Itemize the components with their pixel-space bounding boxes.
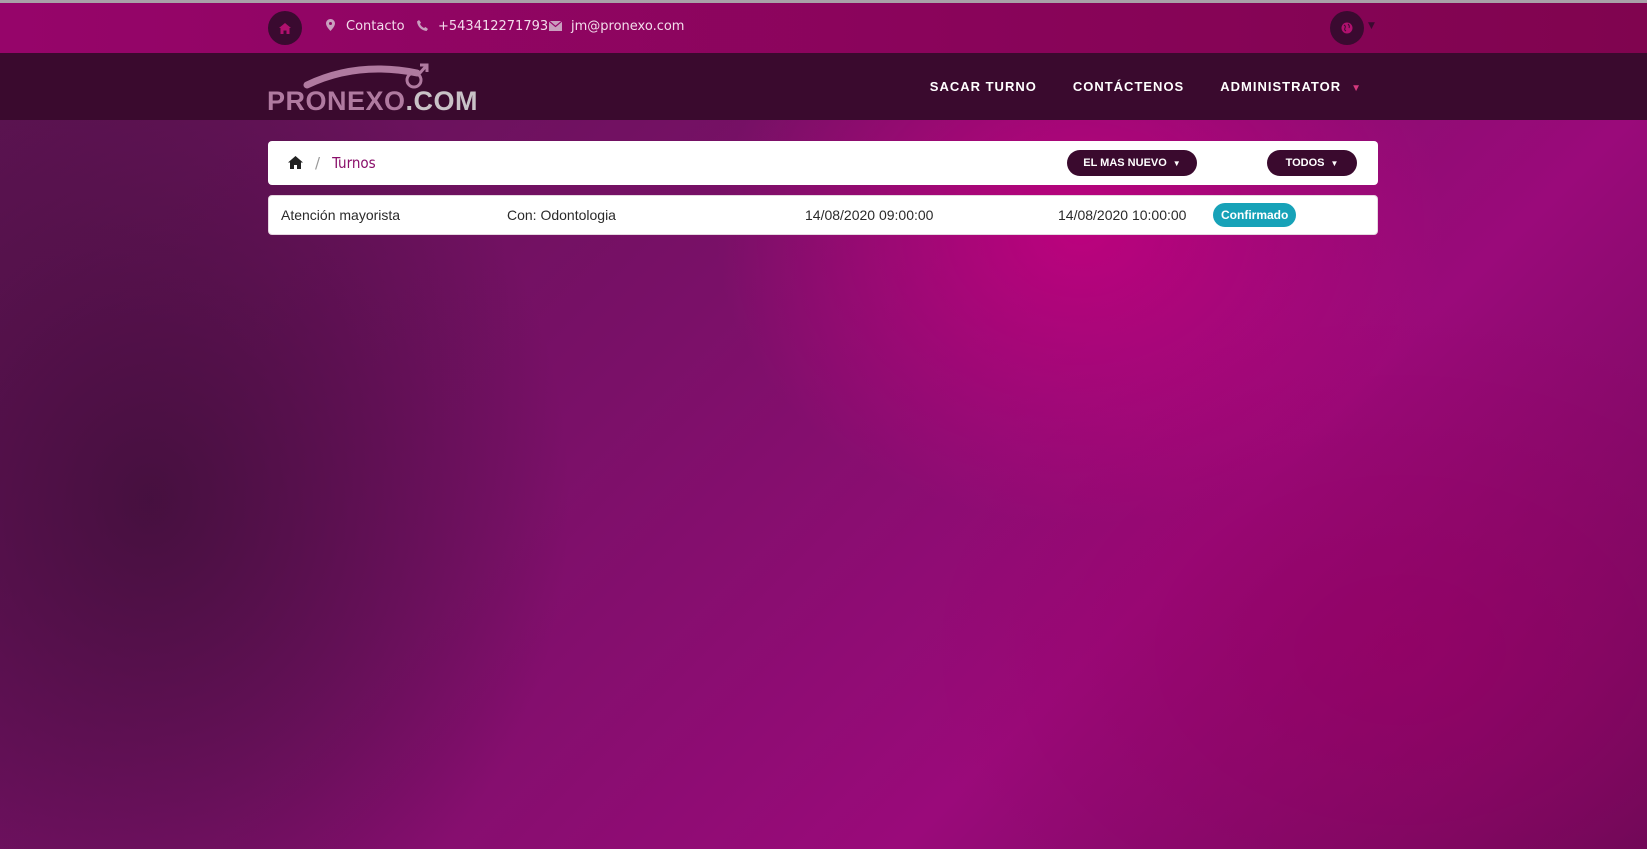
phone-link[interactable]: +543412271793 xyxy=(416,19,548,34)
sort-dropdown[interactable]: EL MAS NUEVO ▼ xyxy=(1067,150,1197,176)
email-address: jm@pronexo.com xyxy=(571,19,685,34)
breadcrumb: / Turnos xyxy=(288,141,376,185)
main-navbar: PRONEXO.COM SACAR TURNO CONTÁCTENOS ADMI… xyxy=(0,53,1647,120)
phone-icon xyxy=(416,19,428,34)
map-marker-icon xyxy=(324,19,336,34)
pronexo-logo[interactable]: PRONEXO.COM xyxy=(267,61,497,116)
globe-icon xyxy=(1341,22,1353,34)
nav-contactenos[interactable]: CONTÁCTENOS xyxy=(1073,79,1184,94)
filter-label: TODOS xyxy=(1285,157,1325,169)
appointment-with: Con: Odontologia xyxy=(507,207,616,223)
caret-down-icon: ▼ xyxy=(1351,83,1362,94)
caret-down-icon: ▼ xyxy=(1368,21,1375,31)
logo-text: PRONEXO.COM xyxy=(267,86,479,116)
contact-label: Contacto xyxy=(346,19,405,34)
breadcrumb-current[interactable]: Turnos xyxy=(332,154,376,172)
appointment-end: 14/08/2020 10:00:00 xyxy=(1058,207,1187,223)
appointment-start: 14/08/2020 09:00:00 xyxy=(805,207,934,223)
language-button[interactable] xyxy=(1330,11,1364,45)
email-link[interactable]: jm@pronexo.com xyxy=(548,19,685,34)
appointment-title: Atención mayorista xyxy=(281,207,401,223)
appointment-row[interactable]: Atención mayorista Con: Odontologia 14/0… xyxy=(268,195,1378,235)
nav-sacar-turno[interactable]: SACAR TURNO xyxy=(930,79,1037,94)
breadcrumb-separator: / xyxy=(315,154,321,172)
contact-link[interactable]: Contacto xyxy=(324,19,405,34)
top-contact-bar: Contacto +543412271793 jm@pronexo.com ▼ xyxy=(0,3,1647,53)
envelope-icon xyxy=(548,20,563,34)
home-icon xyxy=(279,22,291,34)
filter-dropdown[interactable]: TODOS ▼ xyxy=(1267,150,1357,176)
home-button[interactable] xyxy=(268,11,302,45)
caret-down-icon: ▼ xyxy=(1172,158,1181,168)
phone-number: +543412271793 xyxy=(438,19,549,34)
nav-administrator-label: ADMINISTRATOR xyxy=(1220,79,1342,94)
status-badge: Confirmado xyxy=(1213,203,1297,227)
nav-menu: SACAR TURNO CONTÁCTENOS ADMINISTRATOR ▼ xyxy=(930,53,1362,120)
home-icon[interactable] xyxy=(288,154,303,173)
caret-down-icon: ▼ xyxy=(1330,158,1339,168)
nav-administrator[interactable]: ADMINISTRATOR ▼ xyxy=(1220,79,1362,94)
breadcrumb-bar: / Turnos EL MAS NUEVO ▼ TODOS ▼ xyxy=(268,141,1378,185)
sort-label: EL MAS NUEVO xyxy=(1083,157,1167,169)
